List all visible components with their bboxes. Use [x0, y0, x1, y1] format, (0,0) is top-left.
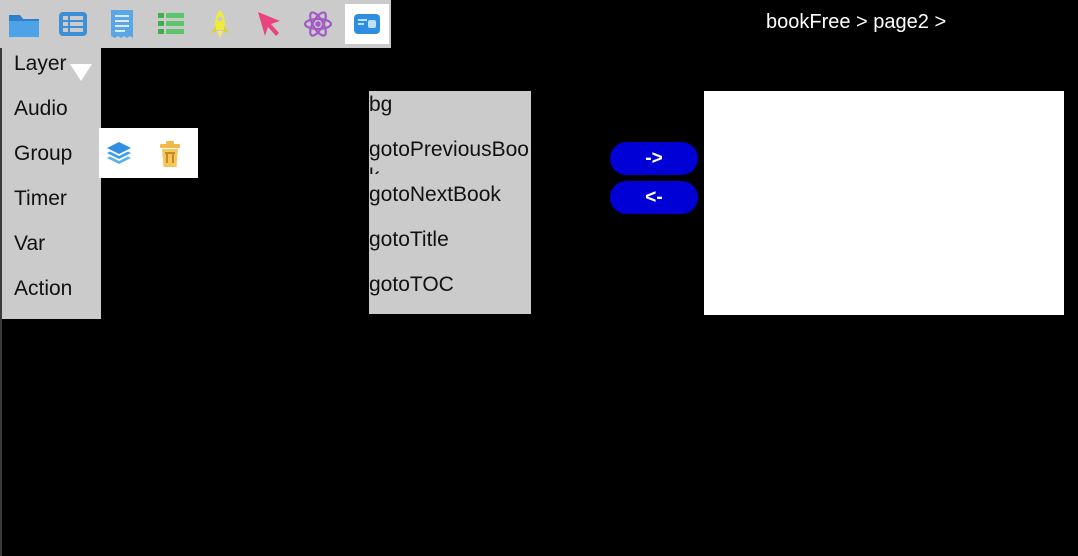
toolbar — [0, 0, 391, 48]
atom-icon[interactable] — [296, 4, 340, 44]
cursor-icon[interactable] — [247, 4, 291, 44]
component-menu: Layer Audio Group Timer Var Action — [2, 48, 101, 319]
breadcrumb: bookFree > page2 > — [766, 11, 952, 37]
page: bookFree > page2 > Layer Audio Group Tim… — [0, 0, 1078, 556]
action-item-goto-next-book[interactable]: gotoNextBook — [369, 181, 529, 226]
add-action-button[interactable]: -> — [610, 142, 698, 175]
remove-action-button[interactable]: <- — [610, 181, 698, 214]
action-item-goto-title[interactable]: gotoTitle — [369, 226, 529, 271]
action-item-goto-toc[interactable]: gotoTOC — [369, 271, 529, 314]
action-item-goto-previous-book[interactable]: gotoPreviousBook — [369, 136, 529, 174]
layers-icon[interactable] — [102, 137, 136, 171]
menu-item-action[interactable]: Action — [14, 274, 72, 304]
group-subpanel — [99, 128, 198, 178]
table-list-icon[interactable] — [149, 4, 193, 44]
menu-item-var[interactable]: Var — [14, 229, 45, 259]
card-icon[interactable] — [345, 4, 389, 44]
rocket-icon[interactable] — [198, 4, 242, 44]
action-item-bg[interactable]: bg — [369, 91, 529, 136]
breadcrumb-separator: > — [928, 11, 952, 33]
dropdown-arrow-icon[interactable] — [70, 64, 92, 81]
menu-item-timer[interactable]: Timer — [14, 184, 67, 214]
menu-item-layer[interactable]: Layer — [14, 49, 67, 79]
trash-icon[interactable] — [153, 137, 187, 171]
breadcrumb-item-book[interactable]: bookFree — [766, 11, 851, 37]
menu-item-group[interactable]: Group — [14, 139, 72, 169]
receipt-icon[interactable] — [100, 4, 144, 44]
menu-item-audio[interactable]: Audio — [14, 94, 68, 124]
action-list: bg gotoPreviousBook gotoNextBook gotoTit… — [369, 91, 531, 314]
list-icon[interactable] — [51, 4, 95, 44]
folder-icon[interactable] — [2, 4, 46, 44]
selected-actions-panel[interactable] — [704, 91, 1064, 315]
breadcrumb-separator: > — [850, 11, 874, 33]
breadcrumb-item-page[interactable]: page2 — [873, 11, 929, 37]
